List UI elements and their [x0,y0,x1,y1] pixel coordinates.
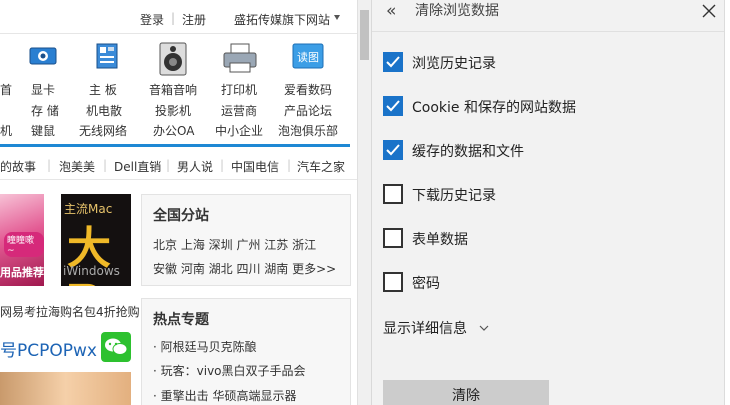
branches-title: 全国分站 [153,208,209,224]
category-link[interactable]: 机电散 [86,102,122,119]
category-link[interactable]: 泡泡俱乐部 [278,122,338,139]
category-link[interactable]: 存 储 [31,102,59,119]
hot-topic-link[interactable]: · 玩客：vivo黑白双子手品会 [153,362,306,379]
category-link[interactable]: 音箱音响 [149,81,197,98]
ad-link[interactable]: 号PCPOPwx [0,336,97,361]
tag-row: 的故事 | 泡美美 | Dell直销 | 男人说 | 中国电信 | 汽车之家 [0,152,357,180]
option-label: 下载历史记录 [412,188,496,204]
category-link[interactable]: 首 [0,81,12,98]
promo-image[interactable] [0,372,131,405]
printer-icon[interactable] [215,42,265,73]
separator: | [287,158,292,172]
clear-browsing-data-panel: « 清除浏览数据 浏览历史记录 Cookie 和保存的网站数据 缓存的数据和文件… [371,0,725,405]
branches-line[interactable]: 安徽 河南 湖北 四川 湖南 更多>> [153,260,336,277]
motherboard-icon[interactable] [82,42,132,72]
separator: | [220,158,225,172]
category-link[interactable]: 运营商 [221,102,257,119]
separator: | [166,158,171,172]
checkbox[interactable] [383,96,403,116]
promo-caption: iWindows [63,264,120,278]
page-scrollbar[interactable] [357,0,371,405]
category-link[interactable]: 键鼠 [31,122,55,139]
option-passwords[interactable]: 密码 [383,272,713,294]
option-cache[interactable]: 缓存的数据和文件 [383,140,713,162]
tag-link[interactable]: 泡美美 [59,158,95,175]
login-link[interactable]: 登录 [140,11,164,28]
category-link[interactable]: 中小企业 [215,122,263,139]
option-label: Cookie 和保存的网站数据 [412,100,576,116]
reading-icon-label: 读图 [297,50,319,64]
show-details-label: 显示详细信息 [383,321,467,337]
promo-caption: 用品推荐 [0,266,44,279]
panel-header: « 清除浏览数据 [372,0,725,30]
hot-topic-link[interactable]: · 阿根廷马贝克陈酿 [153,338,257,355]
separator: | [171,11,176,25]
double-chevron-left-icon[interactable]: « [386,1,396,21]
checkbox[interactable] [383,140,403,160]
option-label: 密码 [412,276,440,292]
category-underline [0,144,350,147]
hot-topic-link[interactable]: · 重擎出击 华硕高端显示器 [153,387,296,404]
category-link[interactable]: 打印机 [221,81,257,98]
checkbox[interactable] [383,184,403,204]
panel-edge [724,0,730,405]
speaker-icon[interactable] [148,42,198,76]
category-link[interactable]: 办公OA [153,122,194,139]
top-bar: 登录 | 注册 盛拓传媒旗下网站 [0,0,357,34]
chevron-down-icon[interactable] [334,15,340,20]
branches-line[interactable]: 北京 上海 深圳 广州 江苏 浙江 [153,236,316,253]
category-link[interactable]: 主 板 [89,81,117,98]
option-form-data[interactable]: 表单数据 [383,228,713,250]
show-details-link[interactable]: 显示详细信息 [383,318,489,338]
category-link[interactable]: 投影机 [155,102,191,119]
promo-image[interactable]: 主流Mac 大P iWindows [61,194,131,286]
hot-topics-box: 热点专题 · 阿根廷马贝克陈酿 · 玩客：vivo黑白双子手品会 · 重擎出击 … [141,298,351,405]
checkbox[interactable] [383,228,403,248]
reading-icon[interactable]: 读图 [283,42,333,72]
panel-title: 清除浏览数据 [415,3,499,19]
checkbox[interactable] [383,272,403,292]
category-link[interactable]: 机 [0,122,12,139]
option-download-history[interactable]: 下载历史记录 [383,184,713,206]
divider [372,31,725,32]
option-cookies[interactable]: Cookie 和保存的网站数据 [383,96,713,118]
tag-link[interactable]: 汽车之家 [297,158,345,175]
category-link[interactable]: 爱看数码 [284,81,332,98]
brand-sites-dropdown[interactable]: 盛拓传媒旗下网站 [234,11,330,28]
promo-image[interactable]: 瞳瞳嗽~ 用品推荐 [0,194,44,286]
tag-link[interactable]: 的故事 [0,158,36,175]
scrollbar-thumb[interactable] [360,10,369,60]
category-link[interactable]: 产品论坛 [284,102,332,119]
tag-link[interactable]: Dell直销 [114,158,161,175]
promo-badge: 瞳瞳嗽~ [4,232,44,257]
clear-button[interactable]: 清除 [383,380,549,405]
separator: | [103,158,108,172]
option-label: 缓存的数据和文件 [412,144,524,160]
branches-box: 全国分站 北京 上海 深圳 广州 江苏 浙江 安徽 河南 湖北 四川 湖南 更多… [141,194,351,286]
wechat-icon[interactable] [101,332,131,362]
category-link[interactable]: 无线网络 [79,122,127,139]
chevron-down-icon [479,325,489,331]
tag-link[interactable]: 中国电信 [231,158,279,175]
browser-window: 登录 | 注册 盛拓传媒旗下网站 读图 首 显卡 主 板 音箱音响 打印机 爱看… [0,0,730,405]
option-browsing-history[interactable]: 浏览历史记录 [383,52,713,74]
separator: | [47,158,52,172]
option-label: 浏览历史记录 [412,56,496,72]
category-link[interactable]: 显卡 [31,81,55,98]
web-page: 登录 | 注册 盛拓传媒旗下网站 读图 首 显卡 主 板 音箱音响 打印机 爱看… [0,0,357,405]
register-link[interactable]: 注册 [182,11,206,28]
ad-link[interactable]: 网易考拉海购名包4折抢购 [0,303,140,320]
option-label: 表单数据 [412,232,468,248]
graphics-card-icon[interactable] [18,42,68,72]
tag-link[interactable]: 男人说 [177,158,213,175]
checkbox[interactable] [383,52,403,72]
close-icon[interactable] [701,3,717,19]
hot-topics-title: 热点专题 [153,312,209,328]
